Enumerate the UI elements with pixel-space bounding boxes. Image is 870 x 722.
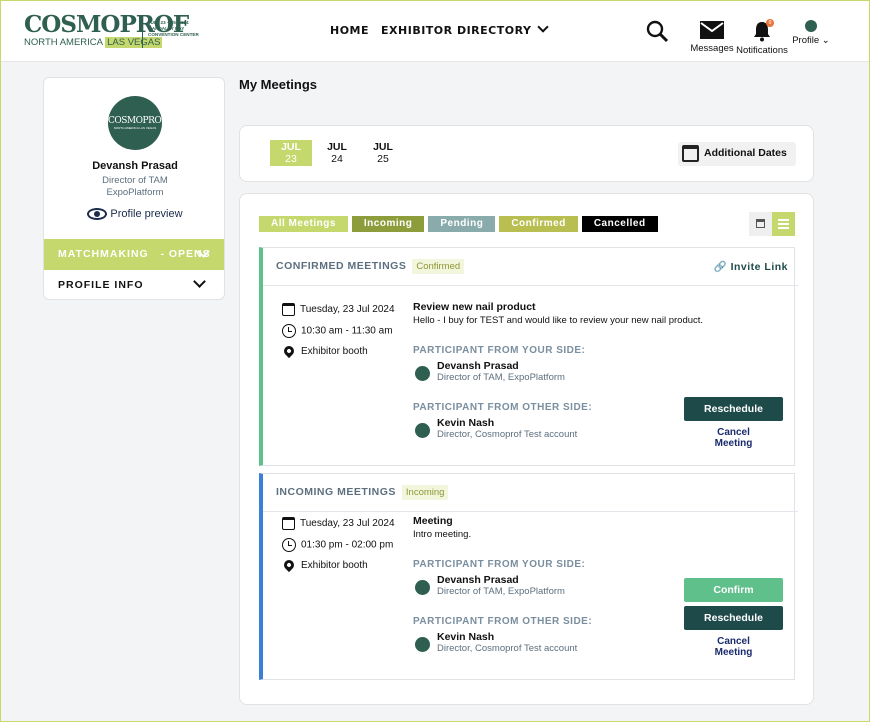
list-view-button[interactable] <box>772 212 795 236</box>
logo-event-info: JULY 23 – 25, 2024 MANDALAY BAY CONVENTI… <box>148 20 199 37</box>
page-title: My Meetings <box>239 77 318 92</box>
date-tab-jul-23[interactable]: JUL 23 <box>270 140 312 166</box>
date-selector: JUL 23 JUL 24 JUL 25 Additional Dates <box>239 125 814 182</box>
meetings-panel: All Meetings Incoming Pending Confirmed … <box>239 193 814 705</box>
matchmaking-toggle[interactable]: MATCHMAKING - OPENS <box>44 239 224 270</box>
confirmed-meetings-card: CONFIRMED MEETINGS Confirmed 🔗 Invite Lin… <box>259 247 798 466</box>
user-name: Devansh Prasad <box>92 160 178 172</box>
additional-dates-button[interactable]: Additional Dates <box>678 142 796 166</box>
meeting-location: Exhibitor booth <box>281 344 368 359</box>
meeting-filters: All Meetings Incoming Pending Confirmed … <box>259 216 658 232</box>
avatar <box>415 637 430 652</box>
avatar <box>415 580 430 595</box>
card-header: CONFIRMED MEETINGS Confirmed 🔗 Invite Lin… <box>263 248 798 286</box>
your-side-label: PARTICIPANT FROM YOUR SIDE: <box>413 345 586 356</box>
nav-exhibitor-directory[interactable]: EXHIBITOR DIRECTORY <box>381 21 550 37</box>
reschedule-button[interactable]: Reschedule <box>684 606 783 630</box>
filter-pending[interactable]: Pending <box>428 216 496 232</box>
meeting-description: Hello - I buy for TEST and would like to… <box>413 315 704 326</box>
notification-badge: 0 <box>766 19 774 27</box>
logo-divider <box>142 16 143 48</box>
reschedule-button[interactable]: Reschedule <box>684 397 783 421</box>
notifications-label: Notifications <box>736 45 788 56</box>
card-header: INCOMING MEETINGS Incoming <box>263 474 798 512</box>
top-header: COSMOPROF NORTH AMERICA LAS VEGAS JULY 2… <box>0 0 870 62</box>
meeting-date: Tuesday, 23 Jul 2024 <box>282 517 395 531</box>
incoming-meetings-card: INCOMING MEETINGS Incoming Tuesday, 23 Ju… <box>259 473 798 680</box>
nav-home[interactable]: HOME <box>330 24 369 37</box>
filter-incoming[interactable]: Incoming <box>351 216 425 232</box>
status-badge: Confirmed <box>412 259 465 274</box>
status-badge: Incoming <box>401 485 449 500</box>
your-side-label: PARTICIPANT FROM YOUR SIDE: <box>413 559 586 570</box>
confirm-button[interactable]: Confirm <box>684 578 783 602</box>
meeting-title: Meeting <box>413 515 453 527</box>
search-icon[interactable] <box>646 20 670 44</box>
meeting-title: Review new nail product <box>413 301 536 313</box>
meeting-date: Tuesday, 23 Jul 2024 <box>282 303 395 317</box>
notifications-button[interactable]: 0 Notifications <box>736 19 788 56</box>
meeting-description: Intro meeting. <box>413 529 472 540</box>
avatar <box>415 423 430 438</box>
calendar-icon <box>756 219 765 228</box>
calendar-icon <box>282 303 295 316</box>
clock-icon <box>282 324 296 338</box>
calendar-icon <box>282 517 295 530</box>
meeting-location: Exhibitor booth <box>281 558 368 573</box>
envelope-icon <box>700 21 724 39</box>
cosmoprof-logo[interactable]: COSMOPROF NORTH AMERICA LAS VEGAS JULY 2… <box>24 13 199 50</box>
list-icon <box>778 219 789 229</box>
avatar: COSMOPROF NORTH AMERICA LAS VEGAS <box>108 96 167 150</box>
invite-link[interactable]: 🔗 Invite Link <box>714 260 788 273</box>
profile-preview-link[interactable]: Profile preview <box>44 208 224 221</box>
cancel-meeting-button[interactable]: Cancel Meeting <box>684 427 783 449</box>
meeting-time: 01:30 pm - 02:00 pm <box>282 538 393 553</box>
user-title: Director of TAM ExpoPlatform <box>102 175 168 198</box>
main-nav: HOME EXHIBITOR DIRECTORY <box>330 21 550 37</box>
messages-button[interactable]: Messages <box>690 20 734 54</box>
other-side-label: PARTICIPANT FROM OTHER SIDE: <box>413 616 593 627</box>
date-tab-jul-24[interactable]: JUL 24 <box>316 140 358 166</box>
location-pin-icon <box>281 344 297 359</box>
filter-confirmed[interactable]: Confirmed <box>499 216 578 232</box>
profile-menu[interactable]: Profile ⌄ <box>790 20 832 46</box>
messages-label: Messages <box>690 43 734 54</box>
profile-info-toggle[interactable]: PROFILE INFO <box>44 270 224 299</box>
clock-icon <box>282 538 296 552</box>
profile-sidebar: COSMOPROF NORTH AMERICA LAS VEGAS Devans… <box>43 77 225 300</box>
filter-cancelled[interactable]: Cancelled <box>581 216 658 232</box>
avatar <box>415 366 430 381</box>
profile-label: Profile ⌄ <box>792 35 830 46</box>
chevron-down-icon <box>193 275 206 288</box>
profile-avatar <box>805 20 817 32</box>
calendar-icon <box>682 145 699 162</box>
filter-all-meetings[interactable]: All Meetings <box>259 216 348 232</box>
meeting-time: 10:30 am - 11:30 am <box>282 324 393 339</box>
chevron-down-icon <box>537 21 550 33</box>
cancel-meeting-button[interactable]: Cancel Meeting <box>684 636 783 658</box>
eye-icon <box>87 208 108 221</box>
view-toggle <box>749 212 795 236</box>
other-side-label: PARTICIPANT FROM OTHER SIDE: <box>413 402 593 413</box>
location-pin-icon <box>281 558 297 573</box>
date-tab-jul-25[interactable]: JUL 25 <box>362 140 404 166</box>
calendar-view-button[interactable] <box>749 212 772 236</box>
